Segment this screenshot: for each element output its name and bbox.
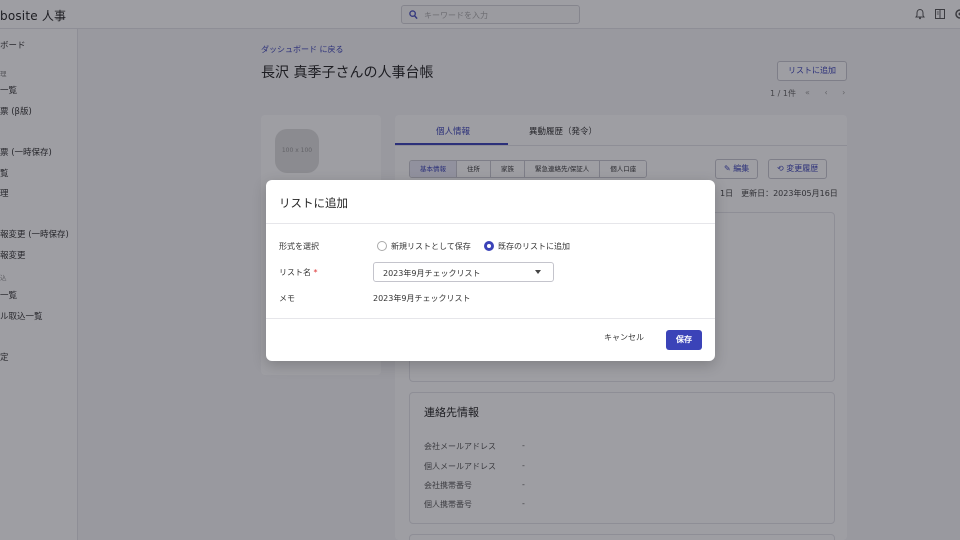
radio-label: 新規リストとして保存 <box>391 241 471 251</box>
memo-label: メモ <box>279 294 295 303</box>
add-to-list-dialog: リストに追加 形式を選択 新規リストとして保存 既存のリストに追加 リスト名 *… <box>266 180 715 361</box>
list-name-label-text: リスト名 <box>279 268 311 277</box>
radio-circle[interactable] <box>377 241 387 251</box>
cancel-button[interactable]: キャンセル <box>604 332 644 343</box>
divider <box>266 223 715 224</box>
radio-label: 既存のリストに追加 <box>498 241 570 251</box>
memo-value: 2023年9月チェックリスト <box>373 294 471 303</box>
format-label: 形式を選択 <box>279 242 319 251</box>
dialog-title: リストに追加 <box>279 196 348 210</box>
select-value: 2023年9月チェックリスト <box>383 269 481 278</box>
required-mark: * <box>313 268 318 277</box>
save-button[interactable]: 保存 <box>666 330 702 350</box>
radio-new-list[interactable]: 新規リストとして保存 <box>377 240 471 252</box>
list-name-label: リスト名 * <box>279 267 318 278</box>
radio-existing-list[interactable]: 既存のリストに追加 <box>484 240 570 252</box>
list-name-select[interactable]: 2023年9月チェックリスト <box>373 262 554 282</box>
divider <box>266 318 715 319</box>
caret-down-icon <box>535 270 541 274</box>
radio-circle-selected[interactable] <box>484 241 494 251</box>
